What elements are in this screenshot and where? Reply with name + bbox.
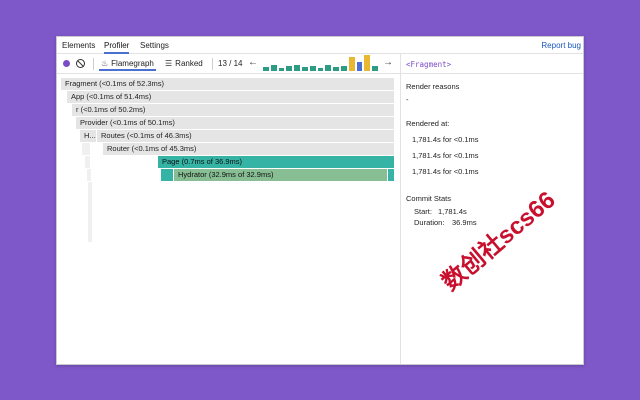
flame-node-small[interactable] xyxy=(85,156,90,168)
flamegraph-button[interactable]: ♨ Flamegraph xyxy=(99,56,156,71)
tab-profiler[interactable]: Profiler xyxy=(104,41,130,54)
flame-node-routes[interactable]: Routes (<0.1ms of 46.3ms) xyxy=(97,130,394,142)
duration-value: 36.9ms xyxy=(452,218,477,227)
ranked-button[interactable]: ☰ Ranked xyxy=(163,56,205,71)
rendered-at-entry[interactable]: 1,781.4s for <0.1ms xyxy=(412,167,479,176)
ranked-icon: ☰ xyxy=(165,59,173,68)
commit-bar[interactable] xyxy=(286,66,293,71)
flame-node-fragment[interactable]: Fragment (<0.1ms of 52.3ms) xyxy=(61,78,394,90)
record-icon[interactable] xyxy=(63,60,70,67)
toolbar-divider xyxy=(93,58,94,70)
flame-node-small[interactable] xyxy=(87,169,91,181)
commit-bar[interactable] xyxy=(325,65,332,71)
flame-icon: ♨ xyxy=(101,59,109,68)
start-label: Start: xyxy=(414,207,432,216)
flame-node-r[interactable]: r (<0.1ms of 50.2ms) xyxy=(72,104,394,116)
commit-bar[interactable] xyxy=(364,55,371,71)
prev-commit-button[interactable]: ← xyxy=(248,57,258,69)
next-commit-button[interactable]: → xyxy=(383,57,393,69)
tab-bar: Elements Profiler Settings Report bug xyxy=(57,37,583,54)
flamegraph-label: Flamegraph xyxy=(111,59,154,68)
commit-stats-title: Commit Stats xyxy=(406,194,452,203)
tab-settings[interactable]: Settings xyxy=(140,41,169,50)
flame-node-trail xyxy=(88,182,92,242)
commit-bar[interactable] xyxy=(341,66,347,71)
commit-bar[interactable] xyxy=(294,64,300,71)
tab-elements[interactable]: Elements xyxy=(62,41,95,50)
report-bug-link[interactable]: Report bug xyxy=(541,41,581,50)
toolbar-divider xyxy=(212,58,213,70)
commit-bar[interactable] xyxy=(278,67,285,71)
render-reasons-title: Render reasons xyxy=(406,82,460,91)
flame-node-small[interactable] xyxy=(82,143,90,155)
devtools-window: Elements Profiler Settings Report bug ♨ F… xyxy=(56,36,584,365)
commit-selector[interactable] xyxy=(262,55,379,71)
flame-node-h[interactable]: H... xyxy=(80,130,96,142)
render-reasons-value: - xyxy=(406,95,409,104)
flame-node-hydrator[interactable]: Hydrator (32.9ms of 32.9ms) xyxy=(174,169,387,181)
rendered-at-entry[interactable]: 1,781.4s for <0.1ms xyxy=(412,151,479,160)
commit-bar[interactable] xyxy=(270,65,277,71)
commit-counter: 13 / 14 xyxy=(218,59,243,68)
flame-node-page[interactable]: Page (0.7ms of 36.9ms) xyxy=(158,156,394,168)
details-header: <Fragment> xyxy=(401,54,583,74)
commit-bar[interactable] xyxy=(302,67,308,71)
flame-node-router[interactable]: Router (<0.1ms of 45.3ms) xyxy=(103,143,394,155)
commit-bar[interactable] xyxy=(348,57,355,71)
start-value: 1,781.4s xyxy=(438,207,467,216)
flame-node-teal-end[interactable] xyxy=(388,169,394,181)
commit-bar[interactable] xyxy=(372,66,378,71)
commit-bar[interactable] xyxy=(333,67,339,71)
rendered-at-entry[interactable]: 1,781.4s for <0.1ms xyxy=(412,135,479,144)
ranked-label: Ranked xyxy=(175,59,203,68)
clear-icon[interactable] xyxy=(76,59,85,68)
commit-bar[interactable] xyxy=(263,67,269,71)
rendered-at-title: Rendered at: xyxy=(406,119,450,128)
commit-bar[interactable] xyxy=(309,66,316,71)
flame-node-app[interactable]: App (<0.1ms of 51.4ms) xyxy=(67,91,394,103)
flamegraph-chart: Fragment (<0.1ms of 52.3ms) App (<0.1ms … xyxy=(57,74,400,364)
selected-component-name: <Fragment> xyxy=(406,60,452,69)
commit-bar[interactable] xyxy=(317,67,324,71)
duration-label: Duration: xyxy=(414,218,445,227)
commit-bar[interactable] xyxy=(356,62,363,71)
flame-node-teal-small[interactable] xyxy=(161,169,173,181)
flame-node-provider[interactable]: Provider (<0.1ms of 50.1ms) xyxy=(76,117,394,129)
profiler-toolbar: ♨ Flamegraph ☰ Ranked 13 / 14 ← → xyxy=(57,54,400,74)
